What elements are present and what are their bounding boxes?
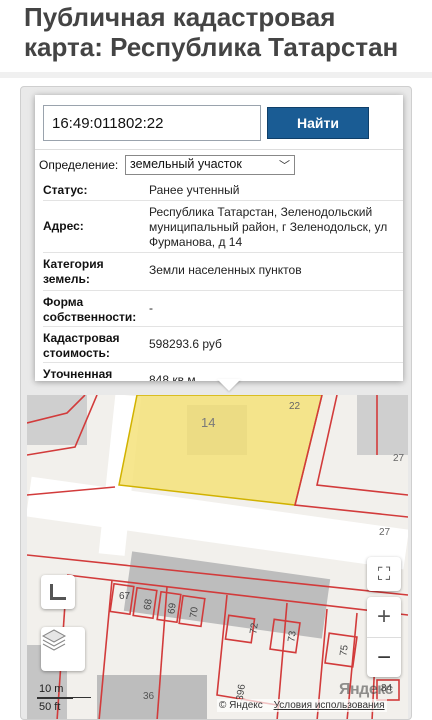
map-canvas[interactable]: 14 22 27 27 67 68 69 70 72 73 75 84 36 3… bbox=[27, 395, 408, 719]
info-table: Статус: Ранее учтенный Адрес: Республика… bbox=[43, 179, 403, 381]
info-value: 848 кв.м bbox=[149, 373, 196, 381]
info-key: Уточненная площадь: bbox=[43, 367, 113, 381]
info-value: Ранее учтенный bbox=[149, 183, 240, 197]
map-frame: 14 22 27 27 67 68 69 70 72 73 75 84 36 3… bbox=[20, 86, 412, 720]
house-label: 68 bbox=[142, 598, 155, 611]
info-key: Категория земель: bbox=[43, 257, 104, 286]
cadastral-number-input[interactable] bbox=[43, 105, 261, 141]
title-divider bbox=[0, 72, 432, 78]
popup-divider bbox=[35, 149, 403, 150]
house-label: 70 bbox=[188, 606, 201, 619]
layers-button[interactable] bbox=[41, 627, 85, 671]
info-value: Земли населенных пунктов bbox=[149, 263, 302, 277]
info-popup: Найти Определение: земельный участок ﹀ С… bbox=[35, 95, 403, 381]
info-key: Статус: bbox=[43, 183, 88, 197]
info-key: Кадастровая стоимость: bbox=[43, 331, 120, 360]
zoom-in-button[interactable]: + bbox=[367, 597, 401, 637]
minus-icon: − bbox=[376, 643, 391, 671]
layers-icon bbox=[41, 629, 67, 651]
fullscreen-icon: ⛶ bbox=[377, 563, 391, 584]
house-label: 69 bbox=[166, 602, 179, 615]
chevron-down-icon: ﹀ bbox=[279, 160, 290, 172]
scale-metric: 10 m bbox=[39, 683, 64, 695]
copyright-text: © Яндекс bbox=[219, 700, 263, 711]
house-label: 27 bbox=[393, 453, 405, 464]
house-label: 67 bbox=[119, 591, 131, 602]
definition-row: Определение: земельный участок ﹀ bbox=[39, 155, 393, 177]
plus-icon: + bbox=[376, 603, 391, 630]
find-button[interactable]: Найти bbox=[267, 107, 369, 139]
house-label: 73 bbox=[286, 630, 299, 643]
info-value: - bbox=[149, 301, 153, 315]
building bbox=[357, 395, 408, 455]
info-value: 598293.6 руб bbox=[149, 337, 222, 351]
ruler-button[interactable] bbox=[41, 575, 75, 609]
info-key: Адрес: bbox=[43, 219, 84, 233]
info-row-category: Категория земель: Земли населенных пункт… bbox=[43, 253, 403, 291]
house-label: 72 bbox=[248, 622, 261, 635]
map-scale: 10 m 50 ft bbox=[35, 683, 95, 717]
page-title: Публичная кадастровая карта: Республика … bbox=[24, 2, 399, 62]
yandex-logo: Яндекс bbox=[339, 681, 393, 698]
definition-label: Определение: bbox=[39, 158, 119, 172]
map-copyright: © Яндекс Условия использования bbox=[217, 699, 387, 712]
fullscreen-button[interactable]: ⛶ bbox=[367, 557, 401, 591]
definition-selected: земельный участок bbox=[130, 157, 242, 171]
definition-select[interactable]: земельный участок ﹀ bbox=[125, 155, 295, 175]
info-key: Форма собственности: bbox=[43, 295, 137, 324]
house-label: 22 bbox=[289, 401, 301, 412]
scale-bar-imperial bbox=[37, 697, 91, 698]
terms-link[interactable]: Условия использования bbox=[274, 700, 385, 711]
zoom-out-button[interactable]: − bbox=[367, 637, 401, 677]
map-drawing bbox=[27, 395, 408, 719]
zoom-control: + − bbox=[367, 597, 401, 677]
info-value: Республика Татарстан, Зеленодольский мун… bbox=[149, 205, 388, 249]
info-row-address: Адрес: Республика Татарстан, Зеленодольс… bbox=[43, 201, 403, 253]
search-row: Найти bbox=[43, 105, 373, 141]
scale-imperial: 50 ft bbox=[39, 701, 61, 713]
popup-pointer bbox=[217, 379, 241, 391]
house-label: 36 bbox=[143, 691, 155, 702]
info-row-status: Статус: Ранее учтенный bbox=[43, 179, 403, 201]
info-row-cost: Кадастровая стоимость: 598293.6 руб bbox=[43, 327, 403, 363]
ruler-icon bbox=[50, 584, 66, 600]
info-row-ownership: Форма собственности: - bbox=[43, 291, 403, 327]
house-label: 27 bbox=[379, 527, 391, 538]
parcel-number-label: 14 bbox=[201, 415, 216, 430]
house-label: 75 bbox=[338, 644, 351, 657]
